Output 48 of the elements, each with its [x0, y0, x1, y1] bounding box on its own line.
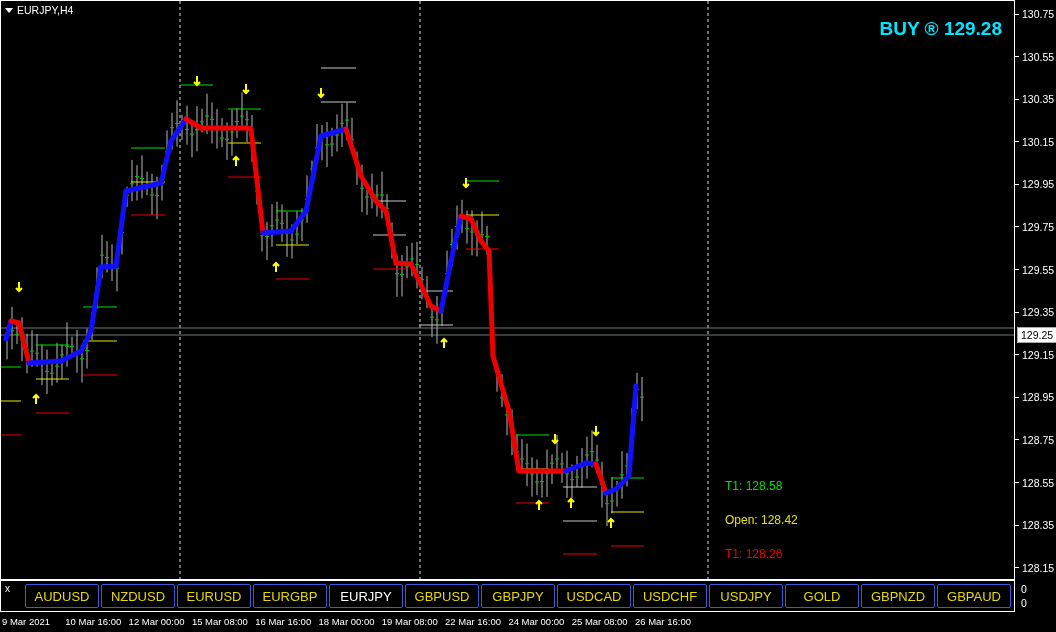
symbol-button[interactable]: EURUSD: [177, 584, 251, 608]
time-axis-label: 24 Mar 00:00: [508, 615, 566, 629]
indicator-axis-label: 0: [1021, 596, 1028, 610]
symbol-button[interactable]: EURGBP: [253, 584, 327, 608]
time-axis-label: 16 Mar 16:00: [255, 615, 313, 629]
symbol-button[interactable]: GBPAUD: [937, 584, 1011, 608]
price-axis-label: 129.55: [1015, 262, 1056, 277]
price-axis-label: 128.75: [1015, 432, 1056, 447]
indicator-axis-label: 0: [1021, 582, 1028, 596]
price-axis-label: 129.75: [1015, 219, 1056, 234]
time-axis-label: 12 Mar 00:00: [128, 615, 186, 629]
price-axis-label: 130.15: [1015, 134, 1056, 149]
symbol-button[interactable]: GBPNZD: [861, 584, 935, 608]
signal-label: BUY ® 129.28: [879, 18, 1002, 40]
target-label: T1: 128.58: [725, 479, 783, 493]
symbol-button[interactable]: GBPJPY: [481, 584, 555, 608]
time-axis-label: 10 Mar 16:00: [65, 615, 123, 629]
time-axis-label: 18 Mar 00:00: [318, 615, 376, 629]
price-axis-label: 130.55: [1015, 49, 1056, 64]
price-axis-label: 129.15: [1015, 347, 1056, 362]
time-axis-label: 25 Mar 08:00: [571, 615, 629, 629]
symbol-button[interactable]: USDCHF: [633, 584, 707, 608]
target-label: T1: 128.26: [725, 547, 783, 561]
symbol-button[interactable]: GOLD: [785, 584, 859, 608]
close-button[interactable]: x: [5, 583, 23, 594]
dropdown-triangle-icon[interactable]: [5, 7, 13, 13]
time-axis-label: 9 Mar 2021: [2, 615, 52, 629]
price-axis-label: 128.35: [1015, 518, 1056, 533]
price-axis-label: 129.35: [1015, 305, 1056, 320]
price-axis-label: 129.95: [1015, 177, 1056, 192]
time-axis-label: 22 Mar 16:00: [445, 615, 503, 629]
time-axis-label: 19 Mar 08:00: [381, 615, 439, 629]
price-axis-label: 128.15: [1015, 560, 1056, 575]
symbol-button[interactable]: NZDUSD: [101, 584, 175, 608]
symbol-button[interactable]: EURJPY: [329, 584, 403, 608]
current-price-tag: 129.25: [1017, 327, 1056, 343]
time-axis-label: 26 Mar 16:00: [634, 615, 692, 629]
symbol-button[interactable]: GBPUSD: [405, 584, 479, 608]
price-axis-label: 130.75: [1015, 7, 1056, 21]
target-label: Open: 128.42: [725, 513, 798, 527]
price-axis-label: 128.95: [1015, 390, 1056, 405]
price-axis-label: 130.35: [1015, 92, 1056, 107]
symbol-button[interactable]: USDCAD: [557, 584, 631, 608]
symbol-button[interactable]: AUDUSD: [25, 584, 99, 608]
time-axis-label: 15 Mar 08:00: [191, 615, 249, 629]
symbol-button[interactable]: USDJPY: [709, 584, 783, 608]
chart-symbol-title: EURJPY,H4: [17, 4, 74, 16]
price-axis-label: 128.55: [1015, 475, 1056, 490]
